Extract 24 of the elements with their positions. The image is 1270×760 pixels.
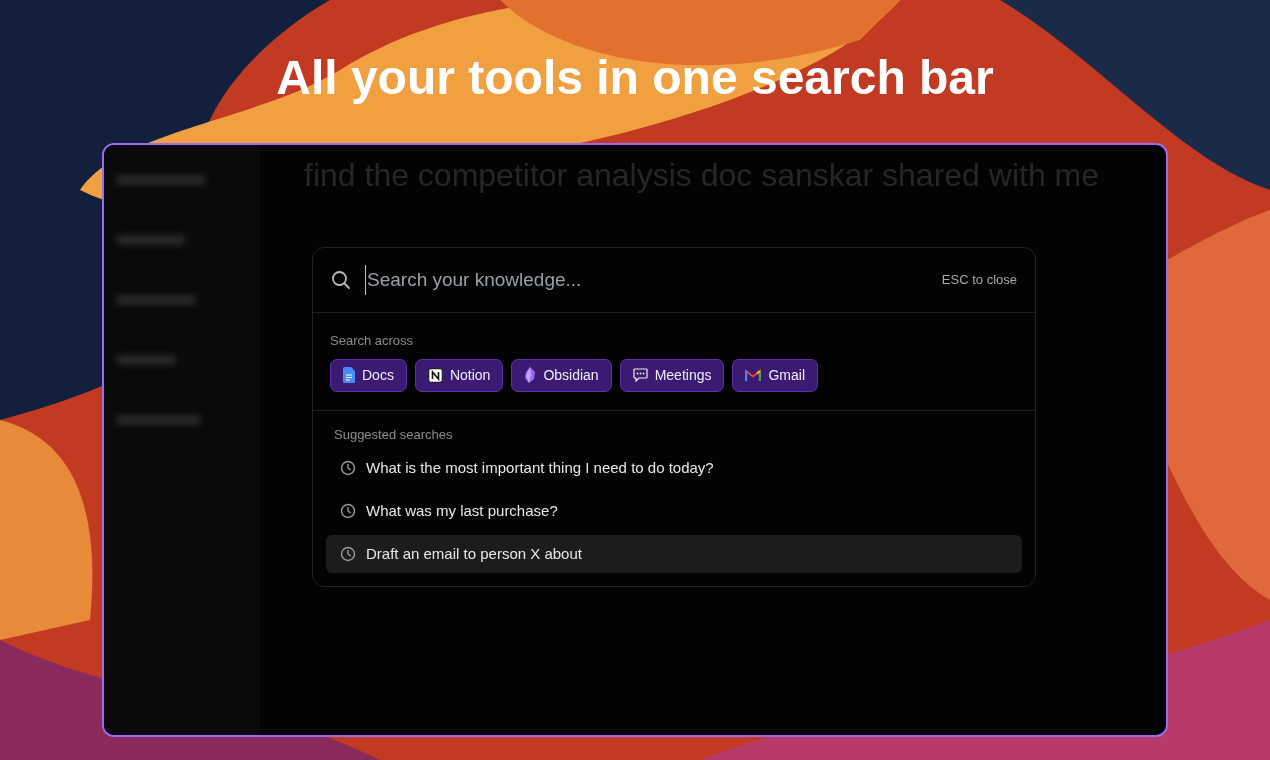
source-chip[interactable]: Meetings <box>619 358 725 392</box>
crystal-icon <box>524 367 537 383</box>
suggestion-item[interactable]: What was my last purchase? <box>326 492 1022 530</box>
clock-icon <box>340 460 356 476</box>
source-chip[interactable]: Docs <box>330 358 407 392</box>
source-chip[interactable]: Obsidian <box>511 358 612 392</box>
search-icon <box>331 270 351 290</box>
headline: All your tools in one search bar <box>275 50 995 106</box>
document-icon <box>343 367 355 383</box>
section-label: Search across <box>330 332 415 350</box>
section-label: Suggested searches <box>333 425 454 444</box>
blurred-line <box>116 355 176 365</box>
close-hint: ESC to close <box>941 271 1017 290</box>
chat-icon <box>632 368 648 382</box>
search-field[interactable]: Search your knowledge... <box>365 264 928 296</box>
notion-icon <box>427 367 443 383</box>
clock-icon <box>340 546 356 562</box>
mail-icon <box>745 369 762 381</box>
suggestion-item[interactable]: What is the most important thing I need to do today? <box>326 449 1022 487</box>
clock-icon <box>340 503 356 519</box>
suggestion-item[interactable]: Draft an email to person X about <box>326 535 1022 573</box>
source-chip[interactable]: Notion <box>414 358 504 392</box>
blurred-line <box>116 235 186 245</box>
source-chip[interactable]: Gmail <box>732 358 818 392</box>
